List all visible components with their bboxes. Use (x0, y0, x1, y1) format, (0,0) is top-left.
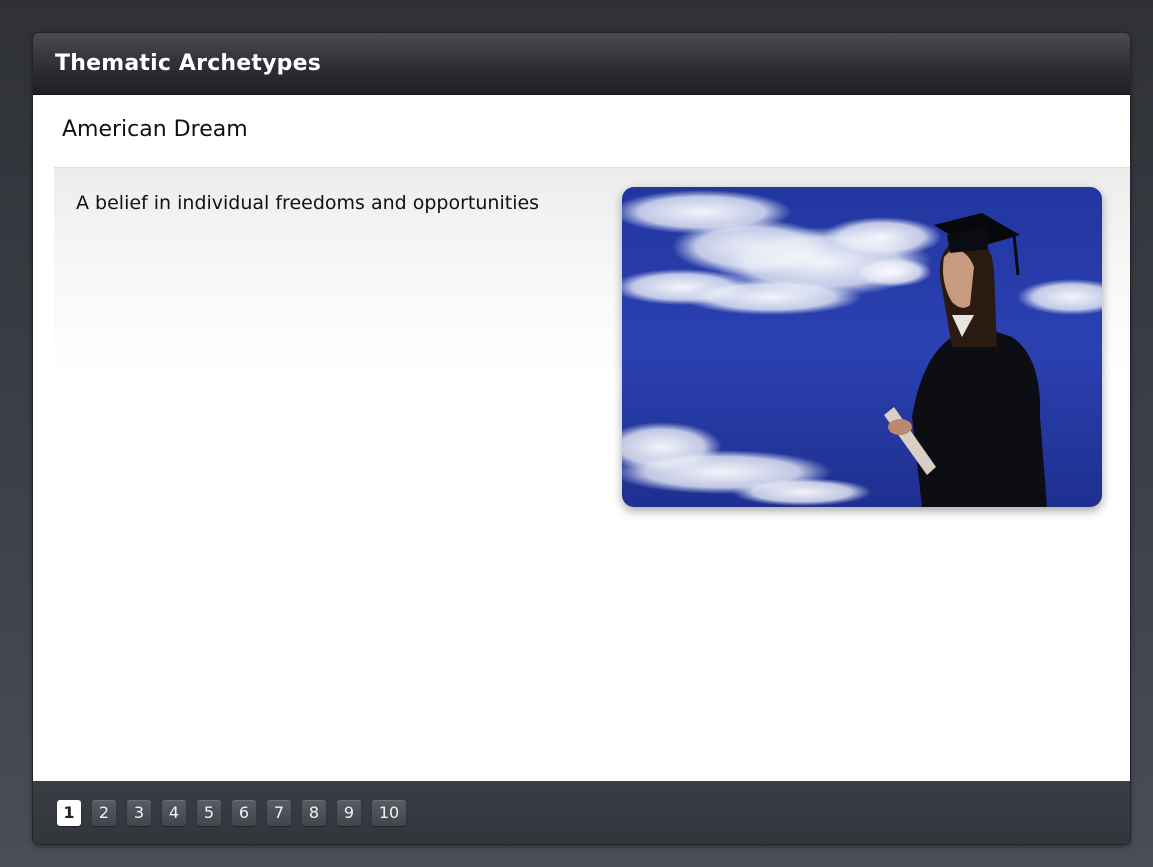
page-button-10[interactable]: 10 (372, 799, 406, 826)
page-button-7[interactable]: 7 (267, 799, 291, 826)
page-button-1[interactable]: 1 (57, 799, 81, 826)
slide-heading: American Dream (62, 117, 248, 142)
title-bar: Thematic Archetypes (33, 33, 1130, 95)
window-title: Thematic Archetypes (55, 51, 322, 76)
page-button-6[interactable]: 6 (232, 799, 256, 826)
lesson-window: Thematic Archetypes American Dream A bel… (33, 33, 1130, 844)
page-button-4[interactable]: 4 (162, 799, 186, 826)
graduate-photo-image (622, 187, 1102, 507)
page-button-8[interactable]: 8 (302, 799, 326, 826)
page-button-9[interactable]: 9 (337, 799, 361, 826)
page-button-3[interactable]: 3 (127, 799, 151, 826)
page-button-5[interactable]: 5 (197, 799, 221, 826)
slide-body-text: A belief in individual freedoms and oppo… (76, 192, 540, 214)
page-button-2[interactable]: 2 (92, 799, 116, 826)
slide-content: American Dream A belief in individual fr… (33, 95, 1130, 781)
graduate-photo (622, 187, 1102, 507)
pagination-bar: 1 2 3 4 5 6 7 8 9 10 (33, 781, 1130, 844)
